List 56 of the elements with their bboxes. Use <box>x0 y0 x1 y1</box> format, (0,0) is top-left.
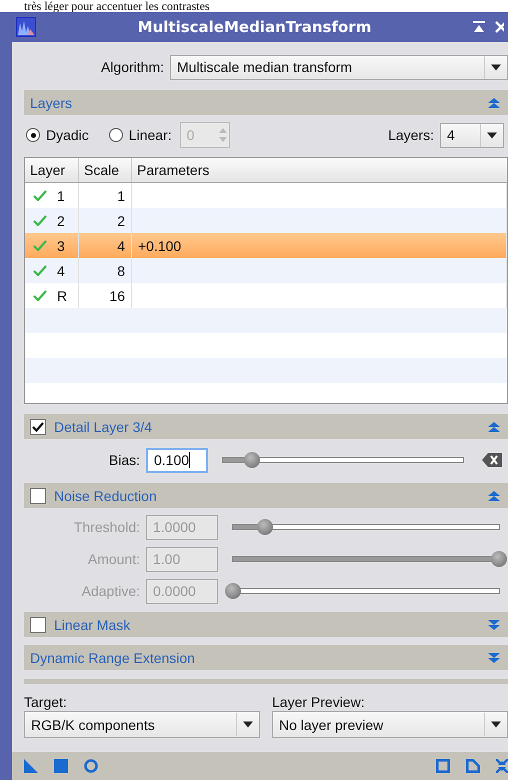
table-row[interactable]: 3 4 +0.100 <box>25 233 507 258</box>
table-cell: R <box>57 288 68 304</box>
layer-preview-label: Layer Preview: <box>272 694 366 710</box>
table-cell: 1 <box>57 188 65 204</box>
table-cell: 2 <box>117 212 125 228</box>
radio-button[interactable] <box>26 128 40 142</box>
table-cell: 8 <box>117 262 125 278</box>
table-cell: 3 <box>57 238 65 254</box>
check-icon[interactable] <box>33 290 47 301</box>
table-cell: 16 <box>109 288 125 304</box>
shade-icon[interactable] <box>473 21 485 33</box>
document-icon[interactable] <box>466 759 480 773</box>
triangle-icon[interactable] <box>24 759 38 773</box>
algorithm-dropdown[interactable]: Multiscale median transform <box>170 54 508 80</box>
checkbox[interactable] <box>30 488 46 504</box>
expand-icon[interactable] <box>488 652 500 664</box>
check-icon[interactable] <box>33 215 47 226</box>
layers-dropdown[interactable]: 4 <box>440 122 504 148</box>
collapse-icon[interactable] <box>488 490 500 502</box>
table-cell: +0.100 <box>138 238 182 254</box>
check-icon[interactable] <box>33 190 47 201</box>
check-icon[interactable] <box>33 265 47 276</box>
collapse-icon[interactable] <box>488 420 500 432</box>
radio-label[interactable]: Dyadic <box>46 127 89 143</box>
layers-label: Layers: <box>388 127 434 143</box>
clear-icon[interactable] <box>482 453 502 467</box>
app-icon <box>16 17 36 37</box>
collapse-icon[interactable] <box>488 96 500 108</box>
parameter-label: Amount: <box>86 551 140 567</box>
table-cell: 4 <box>117 238 125 254</box>
table-cell: 4 <box>57 262 65 278</box>
collapse-arrows-icon[interactable] <box>496 759 508 773</box>
checkbox[interactable] <box>30 418 46 434</box>
bias-label: Bias: <box>108 452 140 468</box>
target-label: Target: <box>24 694 68 710</box>
circle-icon[interactable] <box>84 759 98 773</box>
table-cell: 2 <box>57 212 65 228</box>
radio-button[interactable] <box>108 128 123 142</box>
square-outline-icon[interactable] <box>436 759 450 773</box>
parameter-label: Threshold: <box>72 519 140 535</box>
checkbox[interactable] <box>30 616 46 632</box>
layer-preview-dropdown[interactable]: No layer preview <box>272 711 508 738</box>
parameter-label: Adaptive: <box>80 583 140 599</box>
page-text: très léger pour accentuer les contrastes <box>23 0 211 12</box>
window-title: MultiscaleMedianTransform <box>136 18 372 36</box>
column-header[interactable]: Parameters <box>132 158 507 182</box>
column-header[interactable]: Scale <box>79 158 132 182</box>
close-icon[interactable] <box>495 21 504 33</box>
radio-label[interactable]: Linear: <box>128 127 172 143</box>
expand-icon[interactable] <box>488 618 500 630</box>
algorithm-label: Algorithm: <box>100 59 164 75</box>
check-icon[interactable] <box>33 240 47 251</box>
target-dropdown[interactable]: RGB/K components <box>24 711 260 738</box>
column-header[interactable]: Layer <box>25 158 79 182</box>
table-cell: 1 <box>117 188 125 204</box>
bias-field[interactable]: 0.100 <box>146 448 208 472</box>
